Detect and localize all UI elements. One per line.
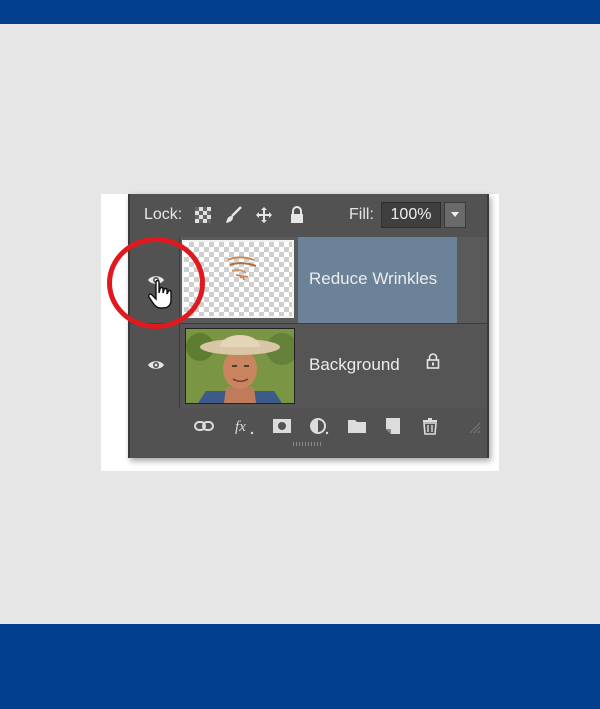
link-layers-icon[interactable] <box>194 417 214 435</box>
layer-row-background[interactable]: Background <box>130 324 487 408</box>
chevron-down-icon <box>451 212 459 217</box>
eye-icon[interactable] <box>147 359 165 371</box>
resize-corner-icon[interactable] <box>469 422 481 434</box>
fill-label: Fill: <box>349 206 374 223</box>
group-folder-icon[interactable] <box>347 417 367 435</box>
new-layer-icon[interactable] <box>383 417 403 435</box>
fill-value-field[interactable]: 100% <box>381 202 441 228</box>
panel-resize-grip[interactable] <box>293 442 321 446</box>
svg-text:fx: fx <box>235 419 246 435</box>
lock-image-pixels-icon[interactable] <box>224 206 242 224</box>
layer-style-fx-icon[interactable]: fx <box>234 417 254 435</box>
add-mask-icon[interactable] <box>272 417 292 435</box>
layers-panel: Lock: Fill: 100% Reduce Wrinkles Backgro… <box>128 194 489 458</box>
visibility-toggle[interactable] <box>130 324 180 408</box>
layer-row-body[interactable]: Reduce Wrinkles <box>180 237 487 323</box>
man-in-cowboy-hat-photo <box>186 329 294 403</box>
top-banner <box>0 0 600 24</box>
layer-thumbnail[interactable] <box>185 328 295 404</box>
adjustment-layer-icon[interactable] <box>309 417 329 435</box>
lock-label: Lock: <box>144 206 183 223</box>
lock-all-icon[interactable] <box>288 206 306 224</box>
fill-dropdown-button[interactable] <box>444 202 466 228</box>
trash-icon[interactable] <box>420 417 440 435</box>
hand-pointer-icon <box>148 280 172 309</box>
lock-icon <box>426 353 440 369</box>
layer-name[interactable]: Reduce Wrinkles <box>309 269 437 289</box>
layer-row-body[interactable]: Background <box>180 324 487 408</box>
layers-footer-toolbar: fx <box>130 409 487 443</box>
layer-name[interactable]: Background <box>309 355 400 375</box>
lock-position-icon[interactable] <box>255 206 273 224</box>
bottom-banner <box>0 624 600 709</box>
lock-transparent-pixels-icon[interactable] <box>194 206 212 224</box>
lock-bar: Lock: Fill: 100% <box>130 194 487 236</box>
